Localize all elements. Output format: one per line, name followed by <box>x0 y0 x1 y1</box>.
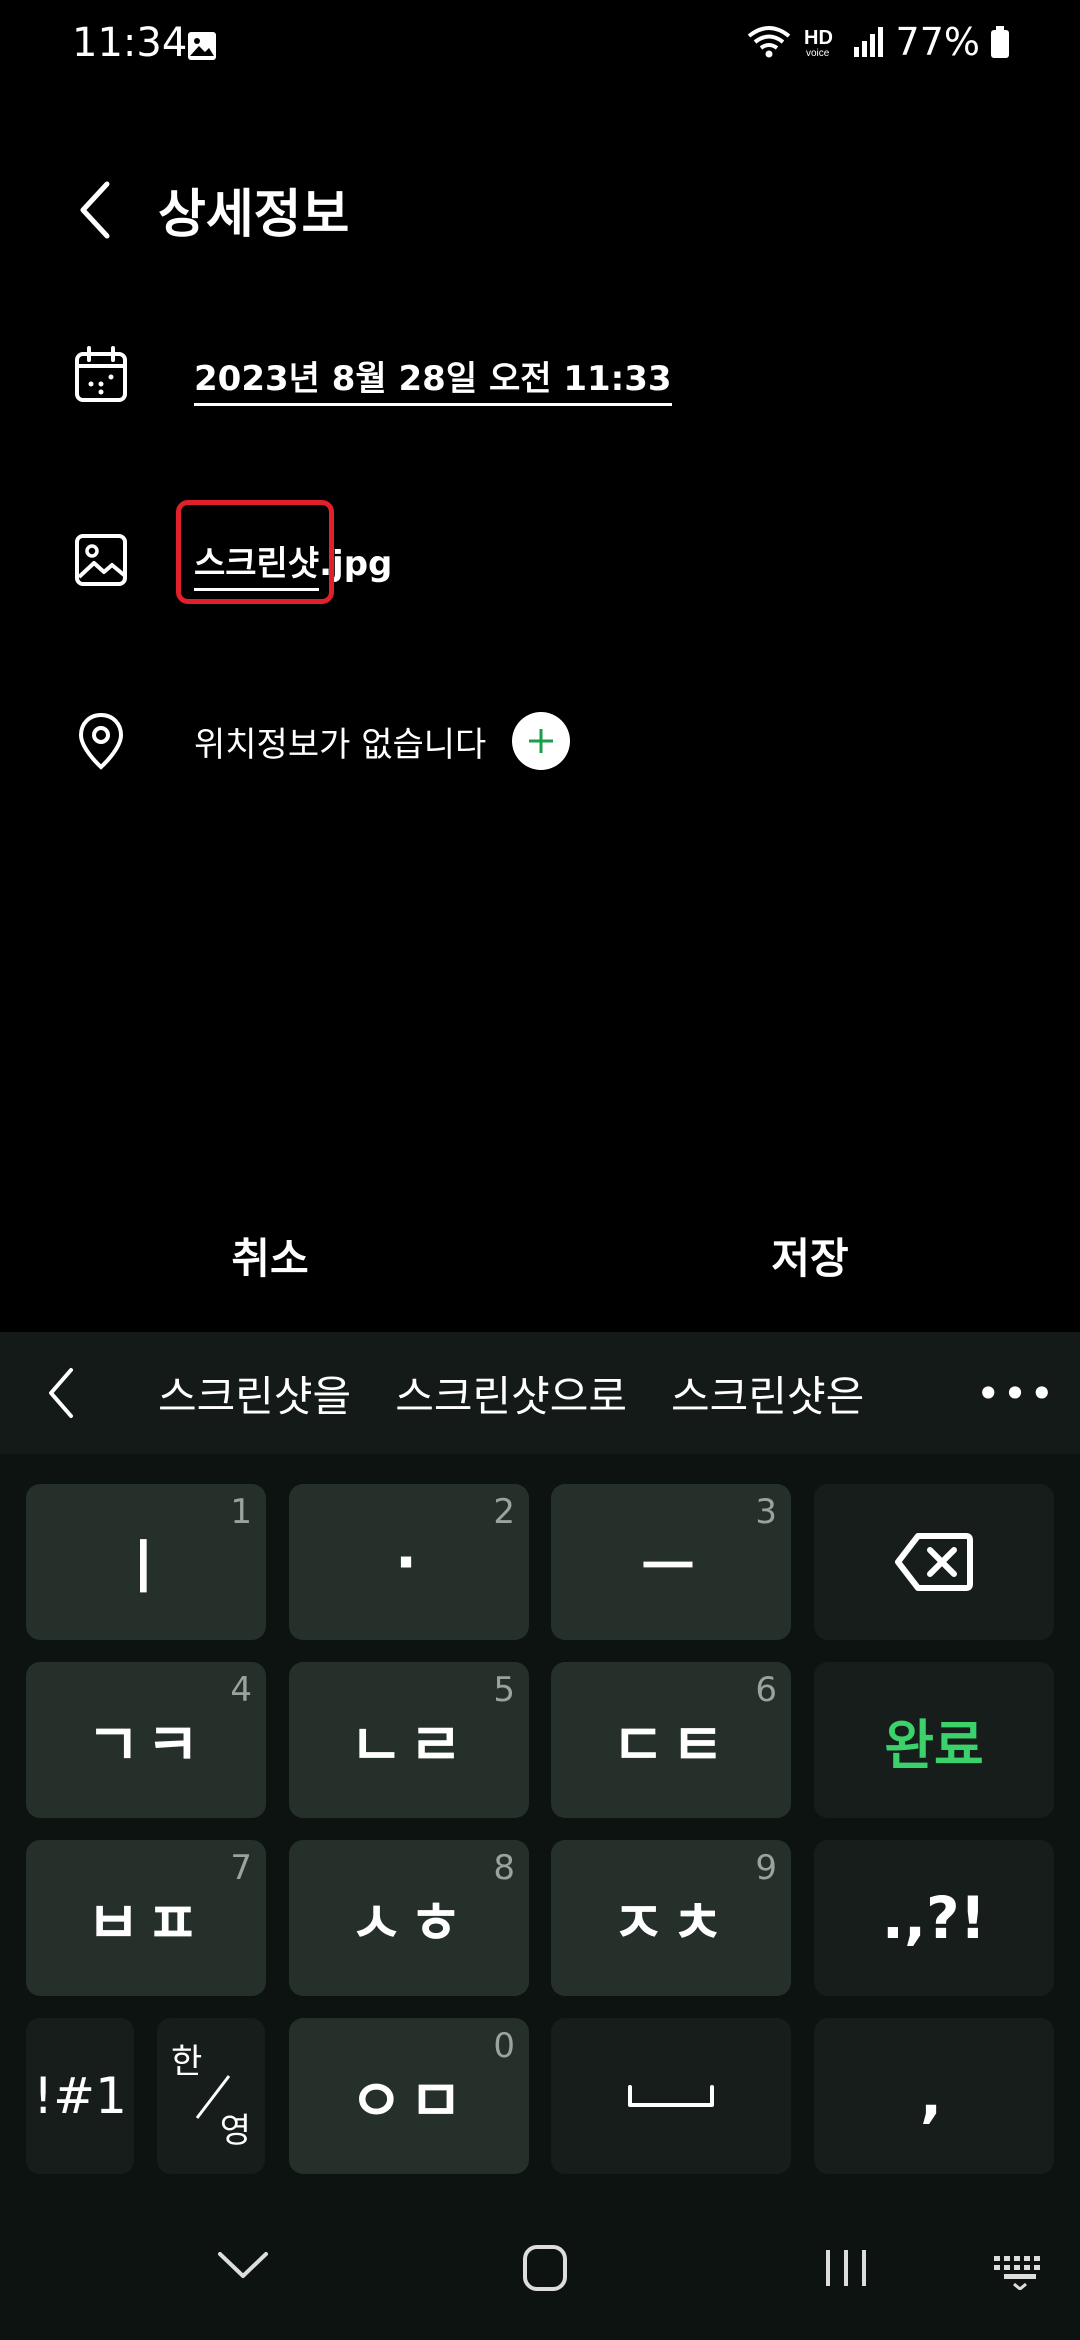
key-number: 9 <box>755 1848 777 1888</box>
lang-bottom: 영 <box>219 2111 251 2151</box>
battery-icon <box>991 26 1009 58</box>
space-icon <box>628 2085 714 2107</box>
more-options-button[interactable]: ••• <box>976 1332 1056 1454</box>
home-button[interactable] <box>522 2244 568 2296</box>
key-6[interactable]: 6 ㄷㅌ <box>551 1662 791 1818</box>
key-label: !#1 <box>33 2067 127 2125</box>
backspace-icon <box>895 1533 973 1591</box>
gallery-notification-icon <box>186 30 218 66</box>
chevron-left-icon <box>80 181 110 239</box>
keyboard-switch-button[interactable] <box>992 2254 1048 2294</box>
key-label: ㄴㄹ <box>349 1711 469 1779</box>
back-button[interactable] <box>60 160 130 260</box>
recents-button[interactable] <box>822 2246 870 2294</box>
key-number: 2 <box>493 1492 515 1532</box>
suggestion-item[interactable]: 스크린샷을 <box>158 1363 351 1424</box>
action-bar: 취소 저장 <box>0 1200 1080 1310</box>
key-label: ㅇㅁ <box>349 2067 469 2135</box>
key-number: 4 <box>230 1670 252 1710</box>
cancel-button[interactable]: 취소 <box>0 1200 540 1310</box>
key-4[interactable]: 4 ㄱㅋ <box>26 1662 266 1818</box>
plus-icon <box>529 729 554 753</box>
image-icon <box>70 529 132 591</box>
key-1[interactable]: 1 ㅣ <box>26 1484 266 1640</box>
key-number: 0 <box>493 2026 515 2066</box>
key-2[interactable]: 2 · <box>289 1484 529 1640</box>
signal-icon <box>853 27 883 57</box>
page-title: 상세정보 <box>158 185 350 245</box>
key-label: .,?! <box>881 1884 987 1952</box>
key-label: · <box>394 1528 424 1596</box>
location-text: 위치정보가 없습니다 <box>194 724 487 765</box>
key-8[interactable]: 8 ㅅㅎ <box>289 1840 529 1996</box>
save-button[interactable]: 저장 <box>540 1200 1080 1310</box>
key-label: , <box>919 2062 949 2130</box>
language-switch-key[interactable]: 한 영 <box>157 2018 265 2174</box>
suggestion-bar: 스크린샷을 스크린샷으로 스크린샷은 ••• <box>0 1332 1080 1454</box>
date-row[interactable]: 2023년 8월 28일 오전 11:33 <box>70 320 1010 430</box>
status-indicators: HD voice 77% <box>746 20 1010 64</box>
add-location-button[interactable] <box>512 712 571 770</box>
key-7[interactable]: 7 ㅂㅍ <box>26 1840 266 1996</box>
svg-text:HD: HD <box>804 27 833 49</box>
navigation-bar <box>0 2220 1080 2340</box>
space-key[interactable] <box>551 2018 791 2174</box>
svg-text:voice: voice <box>806 48 830 59</box>
done-label: 완료 <box>884 1713 984 1777</box>
suggestion-back-button[interactable] <box>0 1332 120 1454</box>
key-5[interactable]: 5 ㄴㄹ <box>289 1662 529 1818</box>
date-value[interactable]: 2023년 8월 28일 오전 11:33 <box>194 358 672 406</box>
chevron-down-icon <box>218 2252 268 2278</box>
recents-icon <box>826 2250 866 2286</box>
symbols-key[interactable]: !#1 <box>26 2018 134 2174</box>
comma-key[interactable]: , <box>814 2018 1054 2174</box>
punctuation-key[interactable]: .,?! <box>814 1840 1054 1996</box>
key-number: 1 <box>230 1492 252 1532</box>
key-label: ㅂㅍ <box>86 1889 206 1957</box>
key-label: ㄷㅌ <box>611 1711 731 1779</box>
key-0[interactable]: 0 ㅇㅁ <box>289 2018 529 2174</box>
status-time: 11:34 <box>72 20 188 66</box>
key-label: ㅣ <box>116 1533 176 1601</box>
chevron-left-icon <box>49 1368 73 1418</box>
location-pin-icon <box>70 710 132 772</box>
key-label: ㅡ <box>641 1533 701 1601</box>
key-number: 5 <box>493 1670 515 1710</box>
wifi-icon <box>747 26 790 58</box>
keyboard-icon <box>994 2256 1040 2291</box>
key-number: 6 <box>755 1670 777 1710</box>
home-icon <box>523 2245 567 2291</box>
battery-percent: 77% <box>895 20 980 64</box>
file-name-row: 스크린샷.jpg <box>70 499 1010 615</box>
status-bar: 11:34 HD voice 77% <box>0 0 1080 90</box>
location-row: 위치정보가 없습니다 <box>70 686 1010 796</box>
backspace-key[interactable] <box>814 1484 1054 1640</box>
suggestion-item[interactable]: 스크린샷으로 <box>395 1363 627 1424</box>
key-label: ㅅㅎ <box>349 1889 469 1957</box>
key-number: 7 <box>230 1848 252 1888</box>
key-9[interactable]: 9 ㅈㅊ <box>551 1840 791 1996</box>
key-3[interactable]: 3 ㅡ <box>551 1484 791 1640</box>
key-label: ㅈㅊ <box>611 1889 731 1957</box>
key-number: 3 <box>755 1492 777 1532</box>
suggestion-item[interactable]: 스크린샷은 <box>671 1363 864 1424</box>
calendar-icon <box>70 344 132 406</box>
key-number: 8 <box>493 1848 515 1888</box>
hd-voice-icon: HDvoice <box>804 27 833 59</box>
key-label: ㄱㅋ <box>86 1711 206 1779</box>
done-key[interactable]: 완료 <box>814 1662 1054 1818</box>
highlight-box <box>176 499 334 604</box>
hide-keyboard-button[interactable] <box>216 2248 270 2286</box>
